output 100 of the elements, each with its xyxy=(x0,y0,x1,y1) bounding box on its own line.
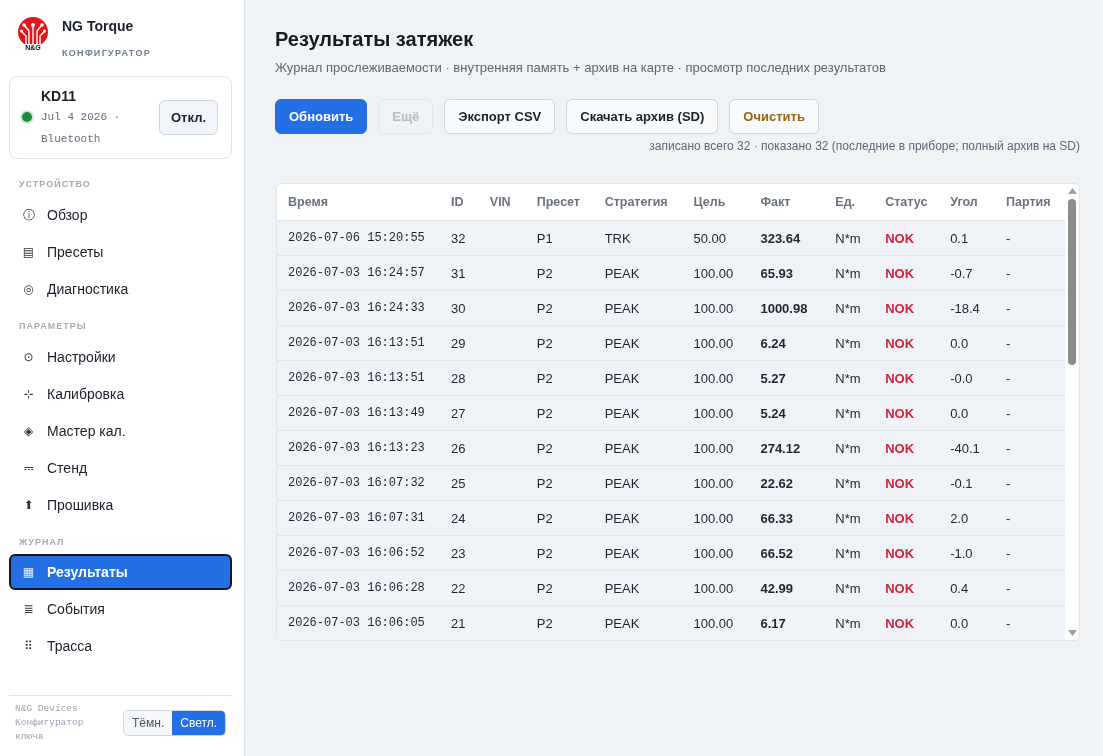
table-cell: 100.00 xyxy=(682,290,750,326)
status-cell: NOK xyxy=(874,430,940,466)
table-cell: -18.4 xyxy=(939,290,996,326)
table-cell: 5.24 xyxy=(749,395,825,431)
table-cell: 100.00 xyxy=(682,500,750,536)
table-cell: 0.4 xyxy=(939,570,996,606)
table-cell: 0.0 xyxy=(939,325,996,361)
table-cell: PEAK xyxy=(593,255,683,291)
nav-item[interactable]: ⊹ Калибровка xyxy=(9,375,232,412)
table-cell: -0.7 xyxy=(939,255,996,291)
table-cell: 100.00 xyxy=(682,535,750,571)
table-cell: PEAK xyxy=(593,430,683,466)
table-cell: PEAK xyxy=(593,360,683,396)
scroll-up-icon[interactable] xyxy=(1067,188,1077,194)
nav-item[interactable]: ≣ События xyxy=(9,590,232,627)
table-cell: - xyxy=(995,605,1065,640)
dots-icon: ⠿ xyxy=(22,638,35,653)
table-cell: N*m xyxy=(824,220,875,256)
status-cell: NOK xyxy=(874,465,940,501)
nav-item[interactable]: ⠿ Трасса xyxy=(9,627,232,664)
table-cell: N*m xyxy=(824,255,875,291)
footer-text: N&G Devices Конфигуратор ключа xyxy=(15,702,85,744)
status-cell: NOK xyxy=(874,570,940,606)
nav-item[interactable]: ◈ Мастер кал. xyxy=(9,412,232,449)
action-button[interactable]: Экспорт CSV xyxy=(444,99,556,134)
table-cell: P2 xyxy=(525,465,594,501)
bullseye-icon: ◎ xyxy=(22,281,35,296)
table-cell: - xyxy=(995,430,1065,466)
double-line-icon: ⎓ xyxy=(22,460,35,475)
nav-item[interactable]: ⎓ Стенд xyxy=(9,449,232,486)
table-cell: 66.52 xyxy=(749,535,825,571)
theme-option[interactable]: Тёмн. xyxy=(124,711,173,735)
table-cell: 100.00 xyxy=(682,570,750,606)
page-title: Результаты затяжек xyxy=(275,27,475,51)
table-cell: P2 xyxy=(525,360,594,396)
status-cell: NOK xyxy=(874,605,940,640)
scroll-down-icon[interactable] xyxy=(1067,630,1077,636)
up-arrow-icon: ⬆ xyxy=(22,497,35,512)
table-cell: - xyxy=(995,535,1065,571)
status-cell: NOK xyxy=(874,535,940,571)
table-cell: - xyxy=(995,570,1065,606)
lines-icon: ≣ xyxy=(22,601,35,616)
table-cell: N*m xyxy=(824,500,875,536)
table-cell: 0.0 xyxy=(939,395,996,431)
table-cell: PEAK xyxy=(593,465,683,501)
table-cell: -1.0 xyxy=(939,535,996,571)
logo-icon xyxy=(18,17,48,47)
table-cell: N*m xyxy=(824,535,875,571)
table-cell: 2026-07-03 16:24:33 xyxy=(277,290,440,326)
table-cell: 50.00 xyxy=(682,220,750,256)
table-cell: P2 xyxy=(525,605,594,640)
scrollbar-thumb[interactable] xyxy=(1068,199,1076,365)
theme-option[interactable]: Светл. xyxy=(172,711,225,735)
table-cell: 100.00 xyxy=(682,360,750,396)
action-button[interactable]: Скачать архив (SD) xyxy=(566,99,719,134)
table-cell: 42.99 xyxy=(749,570,825,606)
nav-item[interactable]: ▦ Результаты xyxy=(9,554,232,590)
table-cell: 22.62 xyxy=(749,465,825,501)
device-info: Jul 4 2026 · Bluetooth xyxy=(41,109,122,147)
device-name: KD11 xyxy=(41,86,78,106)
table-cell: PEAK xyxy=(593,570,683,606)
table-cell: 2.0 xyxy=(939,500,996,536)
table-cell: 6.24 xyxy=(749,325,825,361)
grid-icon: ▦ xyxy=(22,565,35,579)
app-name: NG Torque xyxy=(62,17,135,35)
table-cell: 2026-07-03 16:13:49 xyxy=(277,395,440,431)
table-cell: PEAK xyxy=(593,290,683,326)
nav-item[interactable]: ⊙ Настройки xyxy=(9,338,232,375)
column-header: Время xyxy=(277,184,440,221)
nav-item[interactable]: ▤ Пресеты xyxy=(9,233,232,270)
table-cell: N*m xyxy=(824,465,875,501)
nav-item[interactable]: ⓘ Обзор xyxy=(9,196,232,233)
table-cell: 0.0 xyxy=(939,605,996,640)
diamond-icon: ◈ xyxy=(22,423,35,438)
table-cell: -40.1 xyxy=(939,430,996,466)
table-cell: PEAK xyxy=(593,395,683,431)
action-button[interactable]: Очистить xyxy=(729,99,819,134)
table-cell: - xyxy=(995,255,1065,291)
table-cell: 2026-07-03 16:07:31 xyxy=(277,500,440,536)
app-subtitle: КОНФИГУРАТОР xyxy=(62,47,151,59)
table-cell: N*m xyxy=(824,395,875,431)
action-button[interactable]: Обновить xyxy=(275,99,368,134)
table-cell: 274.12 xyxy=(749,430,825,466)
table-cell: - xyxy=(995,325,1065,361)
table-cell: - xyxy=(995,500,1065,536)
table-cell: N*m xyxy=(824,325,875,361)
table-cell: 100.00 xyxy=(682,255,750,291)
table-cell: 2026-07-03 16:06:52 xyxy=(277,535,440,571)
table-cell: P2 xyxy=(525,500,594,536)
nav-item[interactable]: ⬆ Прошивка xyxy=(9,486,232,523)
disconnect-button[interactable]: Откл. xyxy=(159,100,218,135)
crosshair-icon: ⊹ xyxy=(22,386,35,401)
table-cell: 6.17 xyxy=(749,605,825,640)
status-cell: NOK xyxy=(874,220,940,256)
table-cell: P2 xyxy=(525,570,594,606)
table-cell: N*m xyxy=(824,570,875,606)
nav-item[interactable]: ◎ Диагностика xyxy=(9,270,232,307)
table-cell: 1000.98 xyxy=(749,290,825,326)
table-cell: PEAK xyxy=(593,325,683,361)
table-cell: TRK xyxy=(593,220,683,256)
